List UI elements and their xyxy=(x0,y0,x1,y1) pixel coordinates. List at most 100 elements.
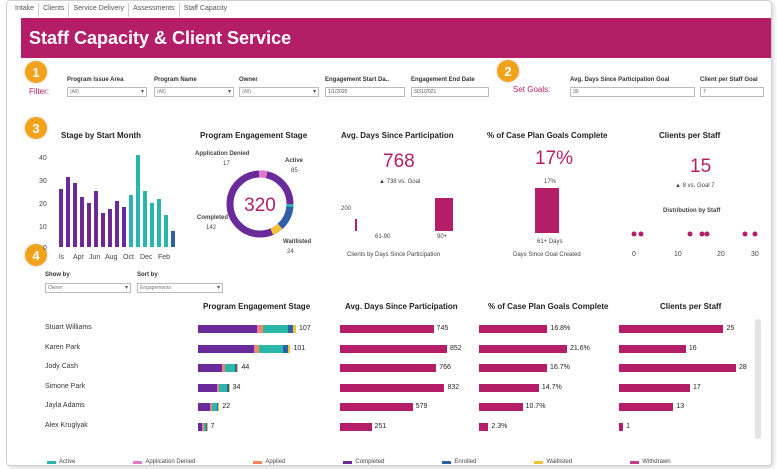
program-issue-area-label: Program Issue Area xyxy=(67,77,124,83)
clients-per-staff-title: Clients per Staff xyxy=(659,131,721,140)
table-header-days: Avg. Days Since Participation xyxy=(345,302,458,311)
days-value: 745 xyxy=(436,325,449,332)
distribution-plot: 0 10 20 30 xyxy=(631,231,759,258)
tab-intake[interactable]: Intake xyxy=(11,3,40,17)
legend-swatch xyxy=(253,460,263,464)
tab-assessments[interactable]: Assessments xyxy=(129,3,180,17)
chevron-down-icon: ▾ xyxy=(312,89,316,95)
show-by-dropdown[interactable]: Owner ▾ xyxy=(45,283,131,293)
engagement-end-label: Engagement End Date xyxy=(411,77,475,83)
sort-by-dropdown[interactable]: Engagements ▾ xyxy=(137,283,223,293)
table-scrollbar[interactable] xyxy=(755,319,761,439)
engagement-value: 101 xyxy=(293,344,306,352)
staff-dot xyxy=(631,231,637,237)
set-goals-label: Set Goals: xyxy=(513,85,551,94)
staff-dot xyxy=(687,231,693,237)
row-owner-name: Simone Park xyxy=(45,382,86,390)
chevron-down-icon: ▾ xyxy=(216,285,220,291)
donut-label-active: Active xyxy=(285,158,304,164)
month-bar xyxy=(122,207,126,247)
chevron-down-icon: ▾ xyxy=(227,89,231,95)
month-bar xyxy=(157,199,161,247)
clients-value: 13 xyxy=(676,403,685,410)
days-goal-input[interactable]: 30 xyxy=(570,87,695,97)
legend-swatch xyxy=(534,460,544,464)
y-tick: 30 xyxy=(39,178,47,185)
stage-bar-segment xyxy=(224,364,236,372)
row-owner-name: Jayla Adams xyxy=(45,402,85,409)
goals-value: 16.7% xyxy=(550,364,570,371)
program-name-dropdown[interactable]: (All) ▾ xyxy=(154,87,234,97)
goals-value: 10.7% xyxy=(525,403,546,410)
y-tick: 20 xyxy=(39,201,47,208)
chevron-down-icon: ▾ xyxy=(124,285,128,291)
month-bars xyxy=(59,155,175,247)
month-bar xyxy=(66,177,70,247)
stage-bar-segment xyxy=(198,344,254,353)
goals-complete-value: 17% xyxy=(535,148,574,169)
table-header-goals: % of Case Plan Goals Complete xyxy=(488,302,609,311)
clients-bar xyxy=(619,403,674,411)
stage-bar-segment xyxy=(198,383,217,392)
table-header-stage: Program Engagement Stage xyxy=(203,302,311,311)
row-owner-name: Alex Kruglyak xyxy=(45,421,88,429)
goals-value: 14.7% xyxy=(541,383,562,391)
y-tick: 10 xyxy=(39,224,47,231)
engagement-start-label: Engagement Start Da.. xyxy=(325,77,390,83)
staff-dot xyxy=(699,231,705,237)
dashboard-frame: Intake Clients Service Delivery Assessme… xyxy=(6,0,772,466)
month-bar xyxy=(108,209,112,247)
engagement-start-input[interactable]: 1/1/2020 xyxy=(325,87,405,97)
table-header-clients: Clients per Staff xyxy=(660,302,722,311)
filter-label: Filter: xyxy=(29,87,49,96)
tab-clients[interactable]: Clients xyxy=(39,3,70,17)
stage-bar-segment xyxy=(198,364,223,372)
donut-value-completed: 142 xyxy=(206,225,217,231)
days-bar xyxy=(340,403,413,411)
stage-bar-segment xyxy=(287,344,291,353)
tab-staff-capacity[interactable]: Staff Capacity xyxy=(180,3,231,17)
engagement-end-input[interactable]: 3/31/2021 xyxy=(411,87,489,97)
clients-goal-input[interactable]: 7 xyxy=(700,87,764,97)
legend-item: Completed xyxy=(343,459,384,465)
staff-dot xyxy=(704,231,710,237)
clients-bar xyxy=(619,364,736,372)
stage-bar-segment xyxy=(228,383,230,392)
clients-value: 25 xyxy=(726,325,735,332)
distribution-title: Distribution by Staff xyxy=(663,208,721,214)
goals-x-label: 61+ Days xyxy=(537,239,563,245)
month-bar xyxy=(164,215,168,247)
legend-item: Applied xyxy=(253,459,285,465)
x-tick: Aug xyxy=(105,254,118,261)
row-owner-name: Stuart Williams xyxy=(45,324,92,331)
days-bar xyxy=(340,325,434,333)
step-badge-1: 1 xyxy=(25,61,47,83)
stage-bar-segment xyxy=(218,383,228,392)
days-bar xyxy=(340,383,445,392)
x-tick: Apr xyxy=(73,254,85,261)
program-name-label: Program Name xyxy=(154,77,197,83)
tab-service-delivery[interactable]: Service Delivery xyxy=(69,3,130,17)
legend-swatch xyxy=(343,460,353,464)
goals-bar-label: 17% xyxy=(544,179,557,185)
donut-label-completed: Completed xyxy=(197,215,229,221)
month-bar xyxy=(129,195,133,247)
staff-dot xyxy=(752,231,758,237)
avg-days-x-tick: 61-90 xyxy=(375,234,391,240)
stage-bar-segment xyxy=(237,364,239,372)
owner-dropdown[interactable]: (All) ▾ xyxy=(239,87,319,97)
y-tick: 0 xyxy=(43,245,47,252)
stage-bar-segment xyxy=(206,422,208,431)
x-tick: 0 xyxy=(632,251,636,258)
days-goal-label: Avg. Days Since Participation Goal xyxy=(570,77,670,83)
clients-value: 28 xyxy=(739,364,747,371)
donut-total: 320 xyxy=(244,195,276,216)
days-bar xyxy=(340,422,372,431)
engagement-value: 7 xyxy=(210,422,215,430)
clients-bar xyxy=(619,383,691,392)
goals-value: 16.8% xyxy=(550,325,571,332)
days-value: 832 xyxy=(447,383,460,391)
y-tick: 40 xyxy=(39,155,47,162)
program-issue-area-dropdown[interactable]: (All) ▾ xyxy=(67,87,147,97)
x-tick: 20 xyxy=(717,251,725,258)
